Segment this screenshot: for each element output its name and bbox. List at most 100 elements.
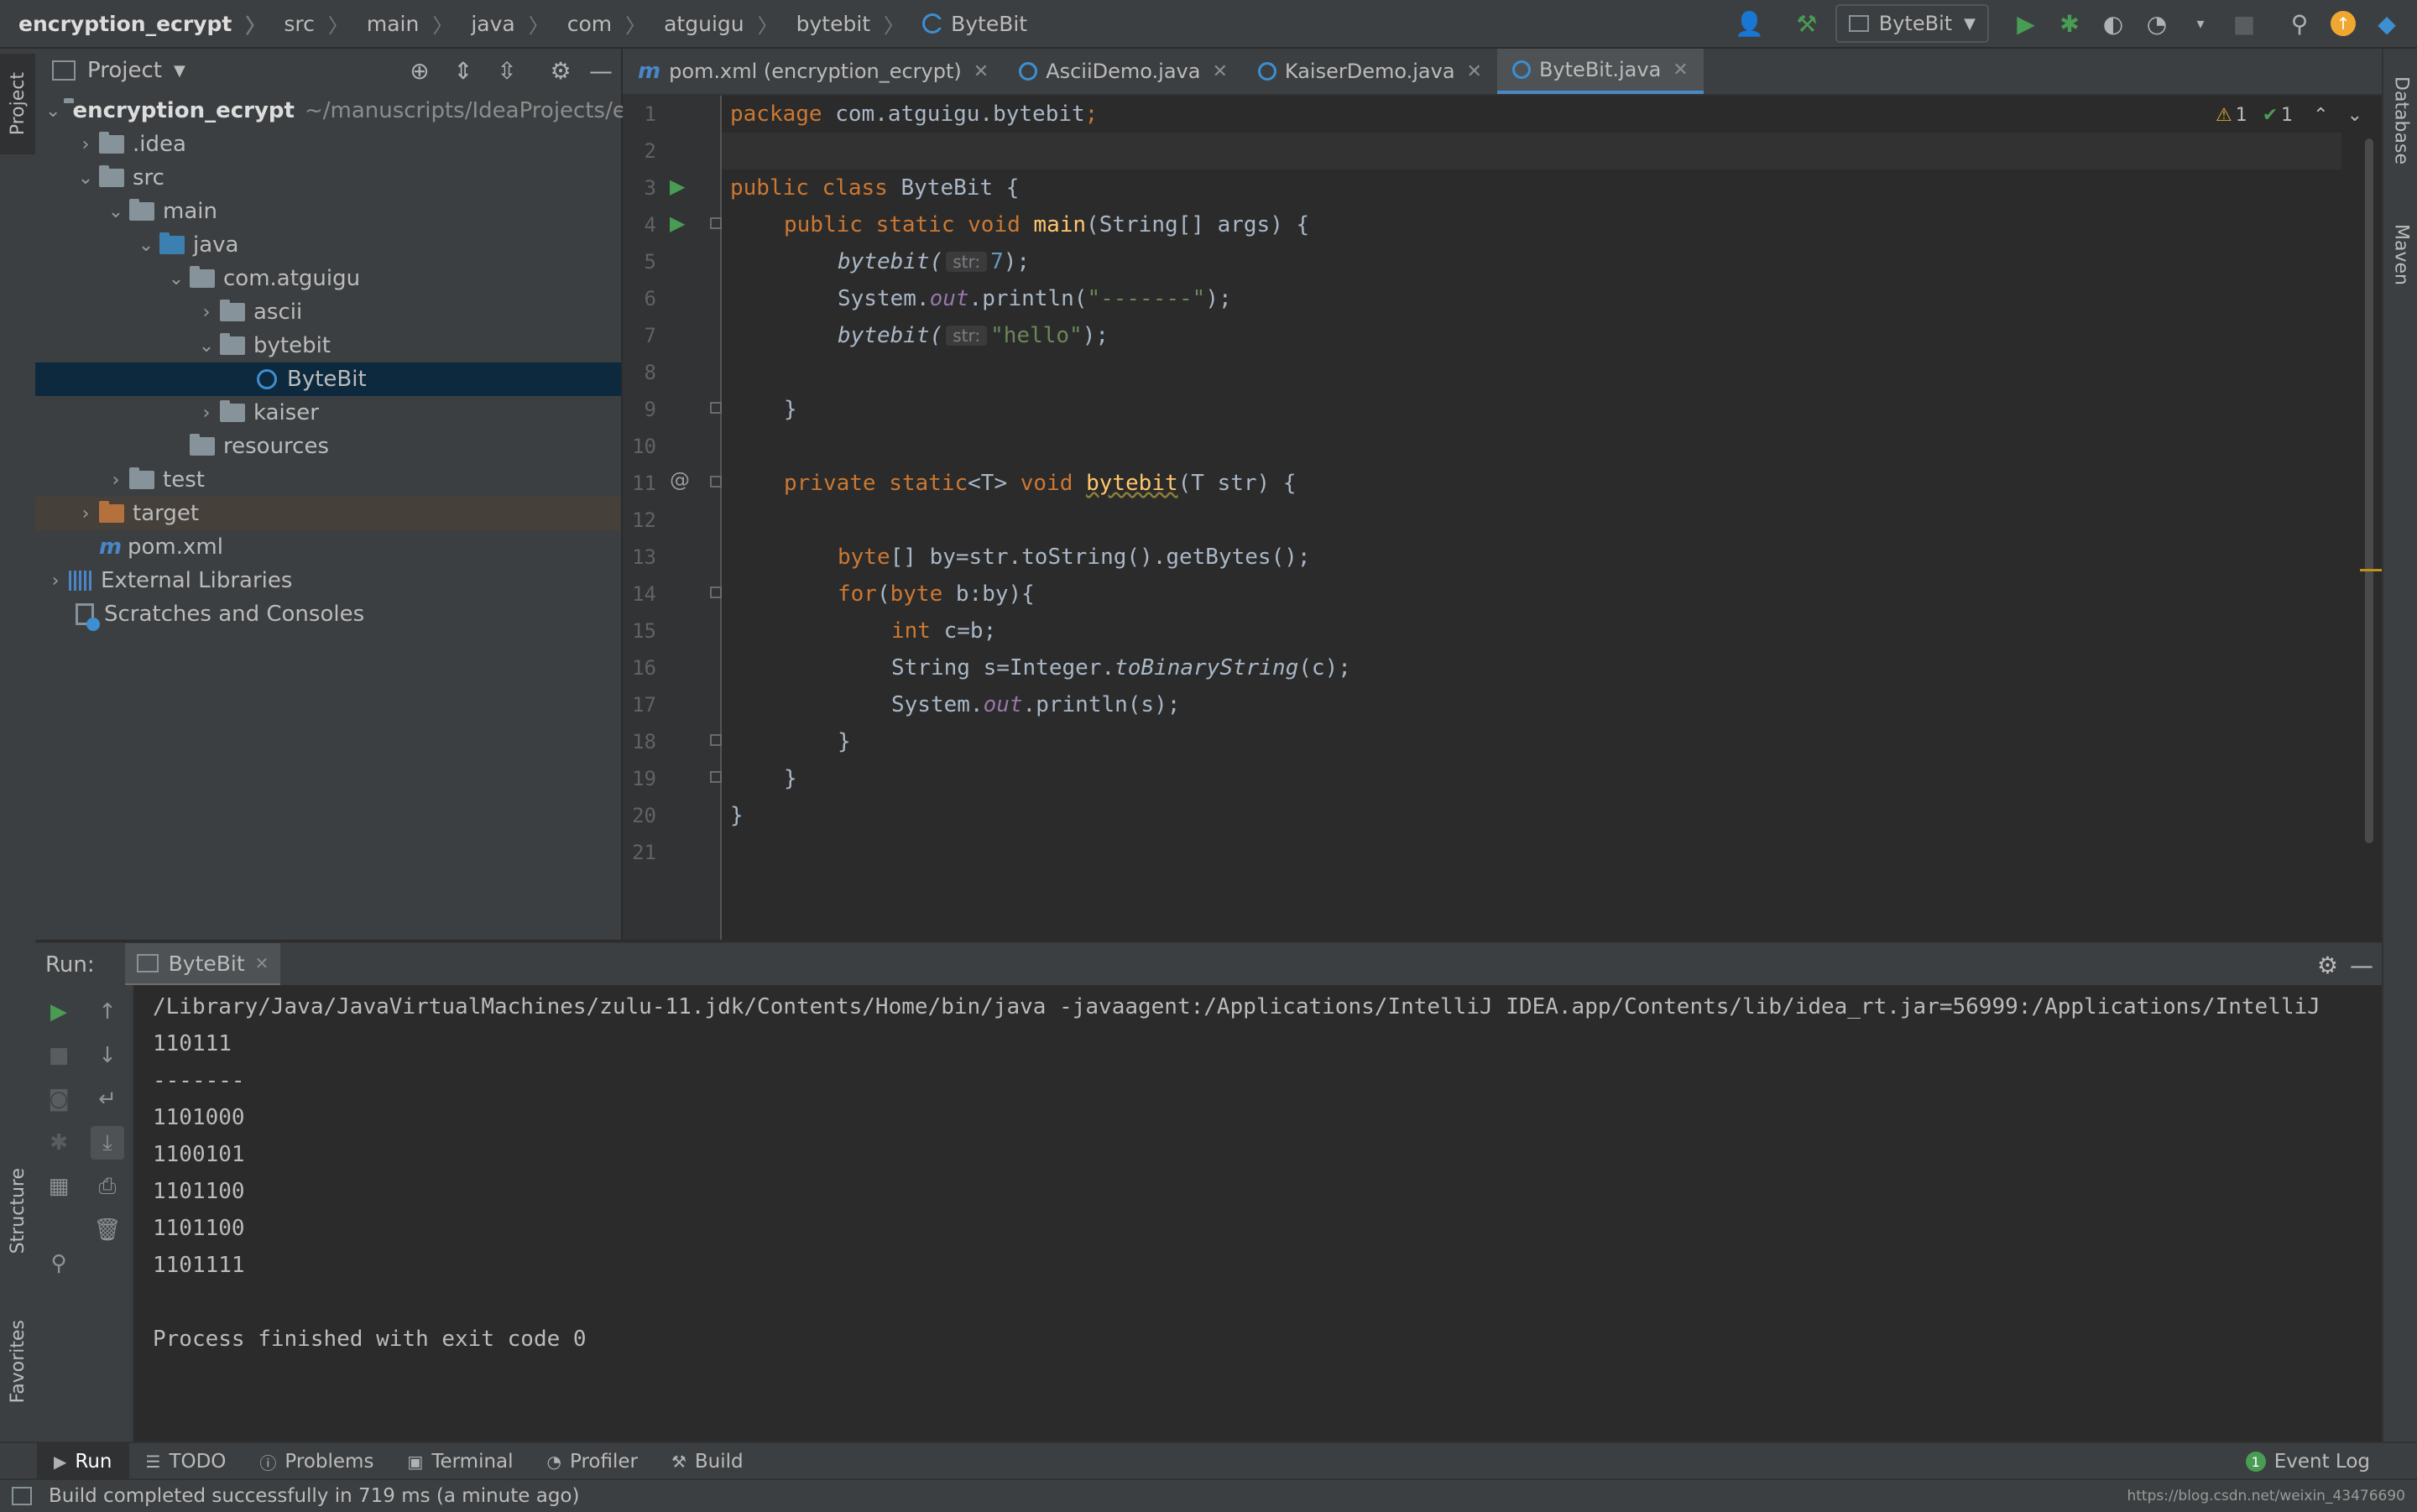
editor-scrollbar[interactable] <box>2365 138 2373 843</box>
stop-icon[interactable]: ■ <box>42 1039 76 1072</box>
update-icon[interactable]: ↑ <box>2325 5 2362 42</box>
tool-windows-toggle-icon[interactable] <box>12 1487 32 1505</box>
bug-icon[interactable]: ✱ <box>42 1126 76 1160</box>
stop-icon[interactable]: ■ <box>2226 5 2263 42</box>
run-main-icon[interactable]: ▶ <box>670 211 685 235</box>
build-hammer-icon[interactable]: ⚒ <box>1788 5 1825 42</box>
tab-kaiserdemo[interactable]: KaiserDemo.java ✕ <box>1243 49 1497 94</box>
tree-item-pom[interactable]: m pom.xml <box>35 530 621 564</box>
run-icon[interactable]: ▶ <box>2007 5 2044 42</box>
trash-icon[interactable]: 🗑 <box>91 1213 124 1247</box>
account-icon[interactable]: 👤 <box>1731 5 1768 42</box>
tool-tab-favorites[interactable]: Favorites <box>0 1307 35 1416</box>
run-tab-bytebit[interactable]: ByteBit ✕ <box>124 943 281 987</box>
tree-item-test[interactable]: › test <box>35 463 621 497</box>
watermark-text: https://blog.csdn.net/weixin_43476690 <box>2127 1488 2405 1504</box>
warning-stripe-marker[interactable] <box>2360 569 2382 571</box>
tree-item-bytebit[interactable]: ⌄ bytebit <box>35 329 621 362</box>
tree-item-com-atguigu[interactable]: ⌄ com.atguigu <box>35 262 621 295</box>
layout-icon[interactable]: ▦ <box>42 1170 76 1203</box>
arrow-up-icon[interactable]: ↑ <box>91 995 124 1029</box>
tree-item-external-libraries[interactable]: › External Libraries <box>35 564 621 597</box>
breadcrumb-main[interactable]: main 〉 <box>348 9 452 39</box>
inspection-widget[interactable]: ⚠ 1 ✔ 1 ⌃ ⌄ <box>2216 101 2362 129</box>
close-icon[interactable]: ✕ <box>1467 61 1482 82</box>
breadcrumb-com[interactable]: com 〉 <box>549 9 645 39</box>
breadcrumb-atguigu[interactable]: atguigu 〉 <box>645 9 778 39</box>
fold-toggle-icon[interactable] <box>710 217 722 229</box>
line-number: 2 <box>644 139 656 163</box>
tree-item-scratches[interactable]: Scratches and Consoles <box>35 597 621 631</box>
arrow-down-icon[interactable]: ↓ <box>91 1039 124 1072</box>
collapse-all-icon[interactable]: ⇳ <box>488 52 525 89</box>
tree-item-project-root[interactable]: ⌄ encryption_ecrypt ~/manuscripts/IdeaProj… <box>35 94 626 128</box>
rerun-icon[interactable]: ▶ <box>42 995 76 1029</box>
expand-all-icon[interactable]: ⇕ <box>445 52 482 89</box>
tool-tab-structure[interactable]: Structure <box>0 1156 35 1265</box>
camera-icon[interactable]: ◙ <box>42 1082 76 1116</box>
tree-item-bytebit-class[interactable]: ByteBit <box>35 362 621 396</box>
event-log-button[interactable]: 1 Event Log <box>2229 1443 2387 1480</box>
search-icon[interactable]: ⚲ <box>2281 5 2318 42</box>
tree-item-kaiser[interactable]: › kaiser <box>35 396 621 430</box>
chevron-down-icon[interactable]: ▼ <box>174 62 185 80</box>
soft-wrap-icon[interactable]: ↵ <box>91 1082 124 1116</box>
tree-item-ascii[interactable]: › ascii <box>35 295 621 329</box>
tab-asciidemo[interactable]: AsciiDemo.java ✕ <box>1004 49 1243 94</box>
breadcrumb-project[interactable]: encryption_ecrypt 〉 <box>0 9 265 39</box>
tree-item-java[interactable]: ⌄ java <box>35 228 621 262</box>
fold-toggle-icon[interactable] <box>710 734 722 746</box>
breadcrumb-java[interactable]: java 〉 <box>452 9 548 39</box>
bottom-tab-problems[interactable]: ⓘ Problems <box>243 1443 390 1480</box>
tree-item-resources[interactable]: resources <box>35 430 621 463</box>
tree-item-main[interactable]: ⌄ main <box>35 195 621 228</box>
breadcrumb-bytebit[interactable]: bytebit 〉 <box>778 9 904 39</box>
run-class-icon[interactable]: ▶ <box>670 175 685 198</box>
fold-toggle-icon[interactable] <box>710 402 722 414</box>
fold-toggle-icon[interactable] <box>710 587 722 598</box>
profile-icon[interactable]: ◔ <box>2138 5 2175 42</box>
code-editor[interactable]: package com.atguigu.bytebit; public clas… <box>722 96 2341 940</box>
run-configuration-select[interactable]: ByteBit ▼ <box>1835 4 1989 43</box>
tree-item-idea[interactable]: › .idea <box>35 128 621 161</box>
bottom-tab-build[interactable]: ⚒ Build <box>655 1443 760 1480</box>
close-icon[interactable]: ✕ <box>255 953 269 973</box>
project-view-select[interactable]: Project <box>87 58 162 83</box>
fold-toggle-icon[interactable] <box>710 771 722 783</box>
locate-icon[interactable]: ⊕ <box>401 52 438 89</box>
tool-tab-database[interactable]: Database <box>2383 57 2417 183</box>
print-icon[interactable]: ⎙ <box>91 1170 124 1203</box>
bottom-tab-profiler[interactable]: ◔ Profiler <box>530 1443 655 1480</box>
gear-icon[interactable]: ⚙ <box>542 52 579 89</box>
more-run-icon[interactable]: ▾ <box>2182 5 2219 42</box>
tree-item-src[interactable]: ⌄ src <box>35 161 621 195</box>
breadcrumb-class[interactable]: ByteBit <box>904 12 1027 36</box>
minimize-icon[interactable]: — <box>582 52 619 89</box>
class-icon <box>257 369 277 389</box>
next-highlight-icon[interactable]: ⌄ <box>2347 105 2362 126</box>
line-number: 14 <box>632 582 656 606</box>
close-icon[interactable]: ✕ <box>1673 60 1688 81</box>
tab-pom-xml[interactable]: m pom.xml (encryption_ecrypt) ✕ <box>623 49 1004 94</box>
bottom-tab-todo[interactable]: ☰ TODO <box>129 1443 243 1480</box>
fold-toggle-icon[interactable] <box>710 476 722 487</box>
minimize-icon[interactable]: — <box>2350 952 2373 979</box>
tree-item-target[interactable]: › target <box>35 497 621 530</box>
pin-icon[interactable]: ⚲ <box>42 1247 76 1280</box>
tool-tab-maven[interactable]: Maven <box>2383 200 2417 309</box>
run-console[interactable]: /Library/Java/JavaVirtualMachines/zulu-1… <box>134 985 2382 1442</box>
gear-icon[interactable]: ⚙ <box>2317 952 2338 979</box>
previous-highlight-icon[interactable]: ⌃ <box>2313 105 2328 126</box>
tool-tab-project[interactable]: Project <box>0 54 35 154</box>
annotation-at-icon: @ <box>670 468 690 492</box>
bottom-tab-terminal[interactable]: ▣ Terminal <box>390 1443 530 1480</box>
coverage-icon[interactable]: ◐ <box>2095 5 2132 42</box>
code-with-me-icon[interactable]: ◆ <box>2368 5 2405 42</box>
breadcrumb-src[interactable]: src 〉 <box>265 9 348 39</box>
close-icon[interactable]: ✕ <box>1212 61 1227 82</box>
debug-icon[interactable]: ✱ <box>2051 5 2088 42</box>
close-icon[interactable]: ✕ <box>974 61 989 82</box>
tab-bytebit[interactable]: ByteBit.java ✕ <box>1496 49 1704 94</box>
scroll-to-end-icon[interactable]: ⤓ <box>91 1126 124 1160</box>
bottom-tab-run[interactable]: ▶ Run <box>37 1443 129 1480</box>
